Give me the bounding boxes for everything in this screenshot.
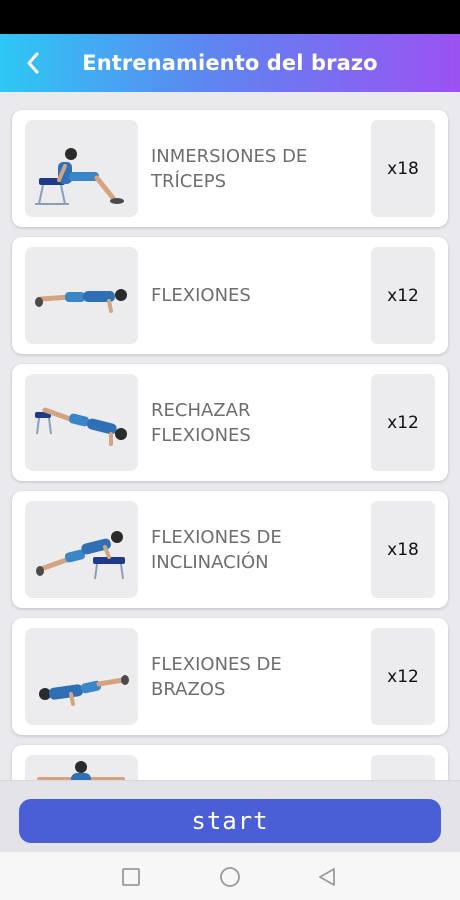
- page-title: Entrenamiento del brazo: [82, 51, 378, 75]
- exercise-name: [151, 745, 351, 780]
- incline-push-up-illustration: [36, 531, 125, 580]
- triceps-dips-illustration: [35, 148, 124, 205]
- exercise-thumbnail: [25, 755, 138, 780]
- push-up-illustration: [35, 289, 127, 313]
- back-nav-button[interactable]: [316, 866, 338, 888]
- decline-push-up-illustration: [35, 407, 127, 446]
- exercise-thumbnail: [25, 120, 138, 217]
- exercise-reps: x18: [371, 501, 435, 598]
- start-button[interactable]: start: [19, 799, 441, 843]
- exercise-name: FLEXIONES DE INCLINACIÓN: [151, 526, 282, 573]
- exercise-reps: x12: [371, 374, 435, 471]
- exercise-card[interactable]: INMERSIONES DE TRÍCEPS x18: [12, 110, 448, 227]
- arm-circles-illustration: [37, 761, 125, 780]
- exercise-thumbnail: [25, 247, 138, 344]
- exercise-card[interactable]: FLEXIONES DE BRAZOS x12: [12, 618, 448, 735]
- exercise-card[interactable]: [12, 745, 448, 780]
- exercise-name: RECHAZAR FLEXIONES: [151, 399, 251, 446]
- exercise-reps: [371, 755, 435, 780]
- arm-push-up-illustration: [39, 675, 129, 706]
- triangle-back-icon: [319, 868, 335, 886]
- exercise-reps: x12: [371, 247, 435, 344]
- exercise-name: FLEXIONES DE BRAZOS: [151, 653, 282, 700]
- circle-icon: [220, 867, 240, 887]
- status-bar: [0, 0, 460, 34]
- exercise-thumbnail: [25, 501, 138, 598]
- exercise-thumbnail: [25, 374, 138, 471]
- exercise-reps: x12: [371, 628, 435, 725]
- exercise-name: FLEXIONES: [151, 285, 251, 306]
- exercise-name: INMERSIONES DE TRÍCEPS: [151, 145, 308, 192]
- exercise-card[interactable]: FLEXIONES x12: [12, 237, 448, 354]
- exercise-list[interactable]: INMERSIONES DE TRÍCEPS x18 FLEXIONES x12: [0, 92, 460, 780]
- exercise-card[interactable]: FLEXIONES DE INCLINACIÓN x18: [12, 491, 448, 608]
- square-icon: [122, 868, 140, 886]
- chevron-left-icon: [27, 52, 39, 74]
- system-navigation-bar: [0, 852, 460, 900]
- exercise-thumbnail: [25, 628, 138, 725]
- exercise-card[interactable]: RECHAZAR FLEXIONES x12: [12, 364, 448, 481]
- back-button[interactable]: [18, 48, 48, 78]
- bottom-action-area: start: [0, 780, 460, 852]
- home-button[interactable]: [219, 866, 241, 888]
- recent-apps-button[interactable]: [120, 866, 142, 888]
- exercise-reps: x18: [371, 120, 435, 217]
- app-bar: Entrenamiento del brazo: [0, 34, 460, 92]
